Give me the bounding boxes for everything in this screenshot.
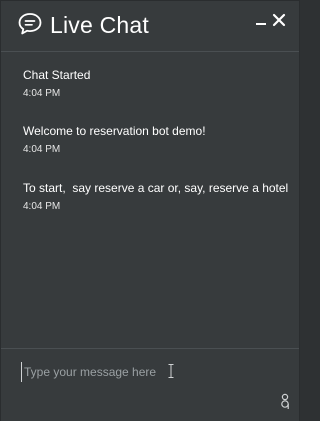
live-chat-widget: Live Chat Chat Started 4:04 PM Welcome t… (0, 0, 300, 421)
message-item: To start, say reserve a car or, say, res… (23, 181, 289, 213)
minimize-button[interactable] (254, 13, 268, 31)
close-icon (272, 13, 286, 27)
speech-bubble-icon (18, 13, 42, 35)
message-list: Chat Started 4:04 PM Welcome to reservat… (1, 52, 299, 348)
close-button[interactable] (272, 12, 286, 28)
message-timestamp: 4:04 PM (23, 144, 61, 155)
message-text: To start, say reserve a car or, say, res… (23, 181, 289, 195)
brand-logo-icon (281, 393, 289, 409)
minimize-icon (256, 23, 266, 25)
message-text: Welcome to reservation bot demo! (23, 124, 206, 138)
chat-header: Live Chat (1, 1, 299, 52)
message-input[interactable] (21, 362, 264, 382)
chat-title: Live Chat (50, 12, 149, 38)
message-timestamp: 4:04 PM (23, 88, 61, 99)
message-timestamp: 4:04 PM (23, 201, 61, 212)
message-text: Chat Started (23, 68, 91, 82)
message-item: Chat Started 4:04 PM (23, 68, 283, 100)
composer (1, 348, 299, 421)
text-cursor-icon (168, 364, 174, 378)
message-item: Welcome to reservation bot demo! 4:04 PM (23, 124, 283, 156)
